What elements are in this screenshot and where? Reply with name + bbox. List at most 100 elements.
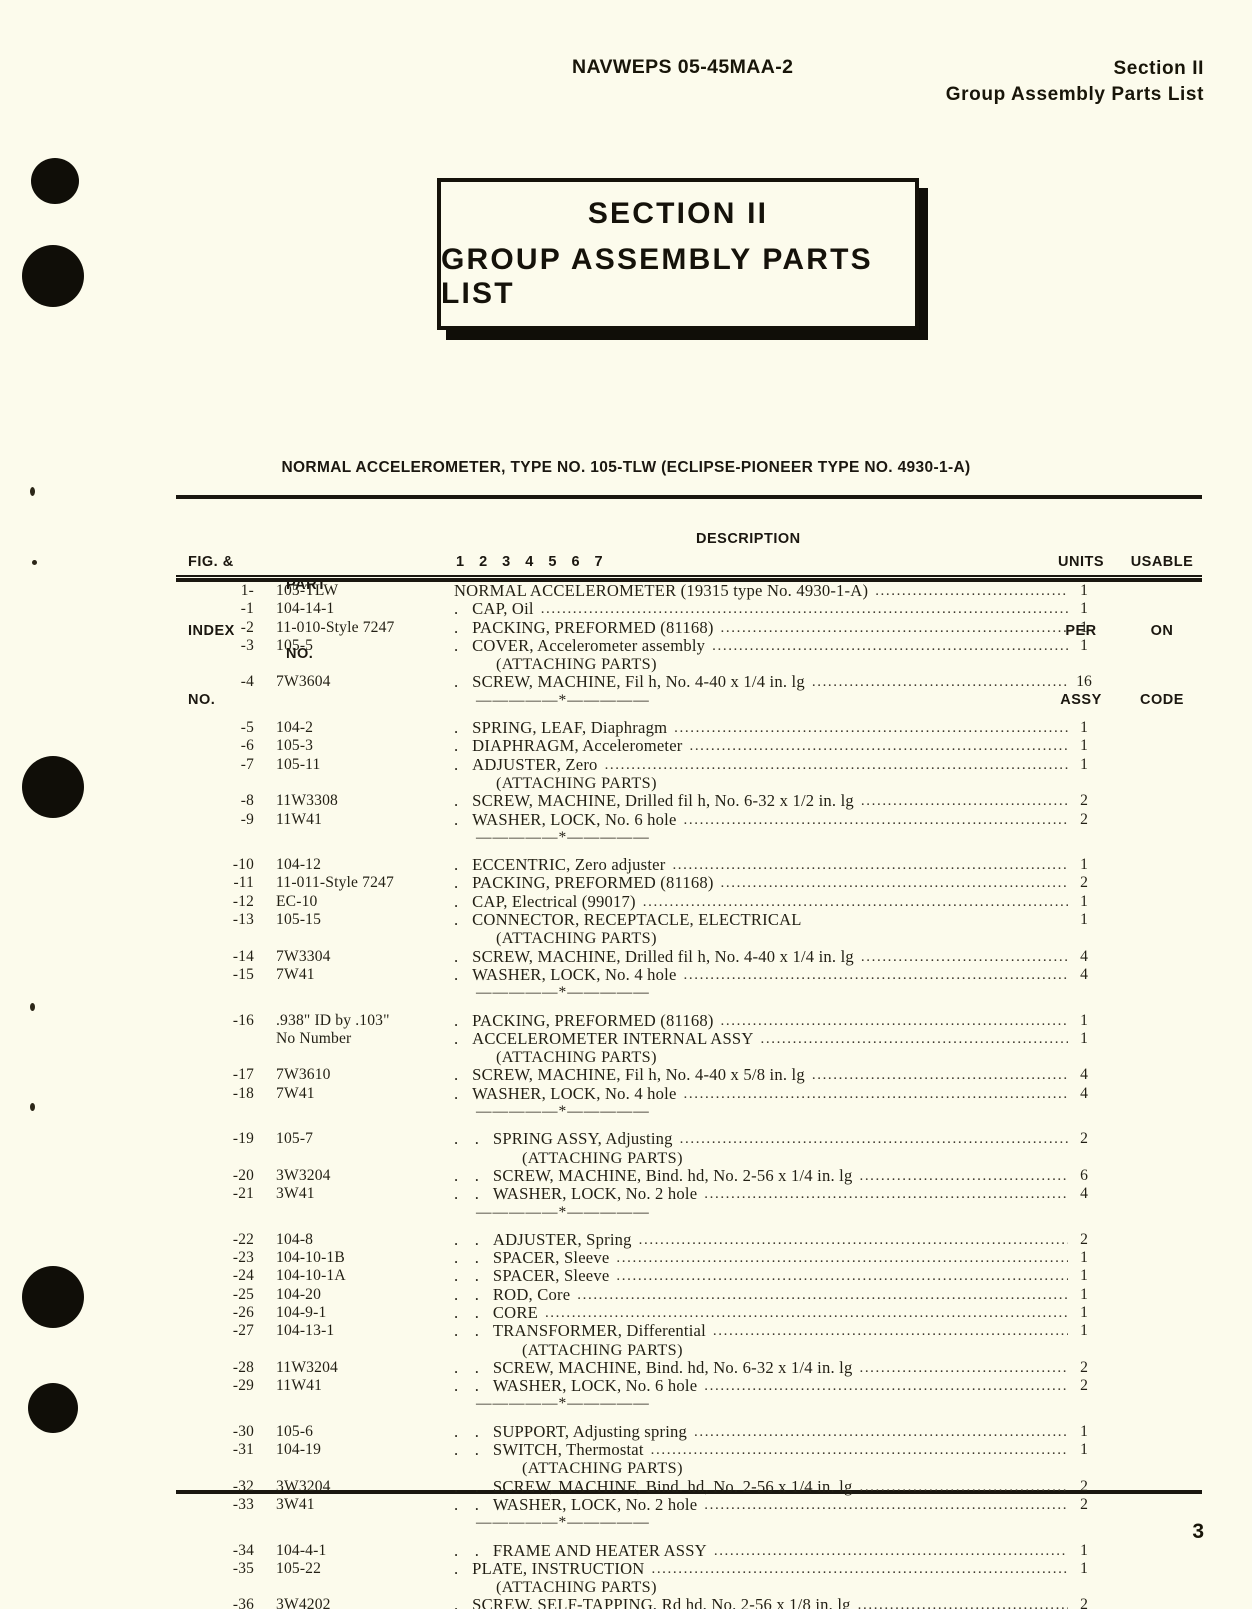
margin-punch-mark <box>22 245 84 307</box>
parts-table-row[interactable]: -4 7W3604. SCREW, MACHINE, Fil h, No. 4-40… <box>176 673 1202 691</box>
fig-index-no: -19 <box>232 1130 254 1148</box>
parts-table-row[interactable]: -28 11W3204 . . SCREW, MACHINE, Bind. hd, N… <box>176 1359 1202 1377</box>
description-text: SPACER, Sleeve <box>492 1267 610 1286</box>
indent-level-dots: . <box>454 673 459 692</box>
parts-table-row[interactable]: -1 104-14-1. CAP, Oil 1 <box>176 600 1202 618</box>
parts-table-row[interactable]: -36 3W4202. SCREW, SELF-TAPPING, Rd hd, No… <box>176 1596 1202 1609</box>
leader-dots <box>861 792 1068 810</box>
units-per-assy: 1 <box>1080 1422 1088 1440</box>
parts-table-row[interactable]: -17 7W3610. SCREW, MACHINE, Fil h, No. 4-4… <box>176 1066 1202 1084</box>
column-header-indent-digits: 1 2 3 4 5 6 7 <box>456 554 609 570</box>
indent-level-dots: . . <box>454 1541 479 1560</box>
part-no: 7W41 <box>276 965 315 983</box>
fig-index-no: -35 <box>232 1559 254 1577</box>
description-text: ADJUSTER, Zero <box>472 755 598 774</box>
parts-table-row[interactable]: -33 3W41 . . WASHER, LOCK, No. 2 hole 2 <box>176 1496 1202 1514</box>
parts-table-row[interactable]: -13 105-15. CONNECTOR, RECEPTACLE, ELECTRI… <box>176 911 1202 929</box>
description-cell: . ADJUSTER, Zero <box>454 756 1074 775</box>
parts-table-row[interactable]: -35 105-22. PLATE, INSTRUCTION 1 <box>176 1560 1202 1578</box>
parts-table-row[interactable]: -3 105-5. COVER, Accelerometer assembly 1 <box>176 637 1202 655</box>
description-text: ROD, Core <box>492 1285 571 1304</box>
description-cell: . DIAPHRAGM, Accelerometer <box>454 737 1074 756</box>
parts-table-row[interactable]: -26 104-9-1 . . CORE 1 <box>176 1304 1202 1322</box>
attaching-parts-caption: (ATTACHING PARTS) <box>522 1148 683 1167</box>
parts-table-row[interactable]: -5 104-2. SPRING, LEAF, Diaphragm 1 <box>176 719 1202 737</box>
fig-index-no: -13 <box>232 911 254 929</box>
row-spacer <box>176 710 1202 719</box>
table-column-headers: FIG. & INDEX NO. PART NO. DESCRIPTION 1 … <box>176 505 1202 708</box>
units-per-assy: 2 <box>1080 810 1088 828</box>
parts-table-row[interactable]: -15 7W41. WASHER, LOCK, No. 4 hole 4 <box>176 966 1202 984</box>
description-cell: . . WASHER, LOCK, No. 2 hole <box>454 1496 1074 1515</box>
parts-table-row[interactable]: -22 104-8 . . ADJUSTER, Spring 2 <box>176 1231 1202 1249</box>
leader-dots <box>721 619 1068 637</box>
parts-table-row[interactable]: -19 105-7 . . SPRING ASSY, Adjusting 2 <box>176 1130 1202 1148</box>
parts-table-row[interactable]: -21 3W41 . . WASHER, LOCK, No. 2 hole 4 <box>176 1185 1202 1203</box>
description-cell: . PACKING, PREFORMED (81168) <box>454 1012 1074 1031</box>
parts-table-row[interactable]: -14 7W3304. SCREW, MACHINE, Drilled fil h,… <box>176 948 1202 966</box>
leader-dots <box>689 737 1068 755</box>
parts-table-row[interactable]: No Number. ACCELEROMETER INTERNAL ASSY 1 <box>176 1030 1202 1048</box>
column-header-fig-line1: FIG. & <box>188 554 234 570</box>
indent-level-dots: . . <box>454 1230 479 1249</box>
parts-table-row[interactable]: -34 104-4-1 . . FRAME AND HEATER ASSY 1 <box>176 1542 1202 1560</box>
parts-table-row[interactable]: -20 3W3204 . . SCREW, MACHINE, Bind. hd, No… <box>176 1167 1202 1185</box>
section-subtitle: Group Assembly Parts List <box>945 84 1204 105</box>
indent-level-dots: . . <box>454 1477 479 1496</box>
parts-table-row[interactable]: -24 104-10-1A . . SPACER, Sleeve 1 <box>176 1267 1202 1285</box>
part-no: 11W41 <box>276 1377 323 1395</box>
group-separator: —————*————— <box>176 1103 1202 1121</box>
description-cell: . WASHER, LOCK, No. 6 hole <box>454 811 1074 830</box>
parts-table-row[interactable]: -25 104-20 . . ROD, Core 1 <box>176 1286 1202 1304</box>
column-header-units-line1: UNITS <box>1058 554 1104 570</box>
fig-index-no: -4 <box>240 673 254 691</box>
fig-index-no: -21 <box>232 1185 254 1203</box>
description-cell: . . SPACER, Sleeve <box>454 1249 1074 1268</box>
description-cell: . SCREW, MACHINE, Drilled fil h, No. 4-40… <box>454 948 1074 967</box>
parts-table-row[interactable]: -7 105-11. ADJUSTER, Zero 1 <box>176 756 1202 774</box>
parts-table-row[interactable]: -11 11-011-Style 7247. PACKING, PREFORMED … <box>176 874 1202 892</box>
separator-mark: —————*————— <box>476 828 650 846</box>
parts-table-row[interactable]: -6 105-3. DIAPHRAGM, Accelerometer 1 <box>176 737 1202 755</box>
description-cell: . . SUPPORT, Adjusting spring <box>454 1423 1074 1442</box>
attaching-parts-caption: (ATTACHING PARTS) <box>496 1048 657 1067</box>
description-cell: . SCREW, MACHINE, Fil h, No. 4-40 x 1/4 i… <box>454 673 1074 692</box>
parts-table-row[interactable]: -10 104-12. ECCENTRIC, Zero adjuster 1 <box>176 856 1202 874</box>
units-per-assy: 1 <box>1080 755 1088 773</box>
description-cell: . . SCREW, MACHINE, Bind. hd, No. 2-56 x … <box>454 1478 1074 1497</box>
leader-dots <box>713 1322 1068 1340</box>
description-cell: . . SWITCH, Thermostat <box>454 1441 1074 1460</box>
attaching-parts-caption: (ATTACHING PARTS) <box>496 655 657 674</box>
parts-table-row[interactable]: -23 104-10-1B . . SPACER, Sleeve 1 <box>176 1249 1202 1267</box>
parts-table-row[interactable]: -30 105-6 . . SUPPORT, Adjusting spring 1 <box>176 1423 1202 1441</box>
row-spacer <box>176 1222 1202 1231</box>
parts-table-row[interactable]: -29 11W41 . . WASHER, LOCK, No. 6 hole 2 <box>176 1377 1202 1395</box>
units-per-assy: 1 <box>1080 1285 1088 1303</box>
part-no: 104-10-1A <box>276 1267 346 1285</box>
attaching-parts-caption: (ATTACHING PARTS) <box>496 1578 657 1597</box>
indent-level-dots: . <box>454 792 459 811</box>
parts-table-row[interactable]: -9 11W41. WASHER, LOCK, No. 6 hole 2 <box>176 811 1202 829</box>
parts-table-row[interactable]: -2 11-010-Style 7247. PACKING, PREFORMED (… <box>176 619 1202 637</box>
fig-index-no: -32 <box>232 1477 254 1495</box>
units-per-assy: 1 <box>1080 1541 1088 1559</box>
parts-table-row[interactable]: -32 3W3204 . . SCREW, MACHINE, Bind. hd, No… <box>176 1478 1202 1496</box>
description-cell: . WASHER, LOCK, No. 4 hole <box>454 966 1074 985</box>
parts-table-row[interactable]: -16 .938" ID by .103". PACKING, PREFORMED … <box>176 1012 1202 1030</box>
leader-dots <box>859 1167 1068 1185</box>
section-label: Section II <box>1113 58 1204 79</box>
description-cell: . CAP, Oil <box>454 600 1074 619</box>
parts-table-row[interactable]: -31 104-19 . . SWITCH, Thermostat 1 <box>176 1441 1202 1459</box>
part-no: 104-2 <box>276 719 314 737</box>
parts-table-row[interactable]: -8 11W3308. SCREW, MACHINE, Drilled fil h,… <box>176 792 1202 810</box>
parts-table-row[interactable]: -27 104-13-1 . . TRANSFORMER, Differential 1 <box>176 1322 1202 1340</box>
fig-index-no: -20 <box>232 1166 254 1184</box>
units-per-assy: 2 <box>1080 1130 1088 1148</box>
description-text: SCREW, MACHINE, Drilled fil h, No. 4-40 … <box>472 947 854 966</box>
separator-mark: —————*————— <box>476 1514 650 1532</box>
margin-punch-mark <box>28 1383 78 1433</box>
parts-table-row[interactable]: 1- 105-TLW NORMAL ACCELEROMETER (19315 typ… <box>176 582 1202 600</box>
indent-level-dots: . <box>454 1596 459 1609</box>
parts-table-row[interactable]: -18 7W41. WASHER, LOCK, No. 4 hole 4 <box>176 1085 1202 1103</box>
parts-table-row[interactable]: -12 EC-10. CAP, Electrical (99017) 1 <box>176 893 1202 911</box>
